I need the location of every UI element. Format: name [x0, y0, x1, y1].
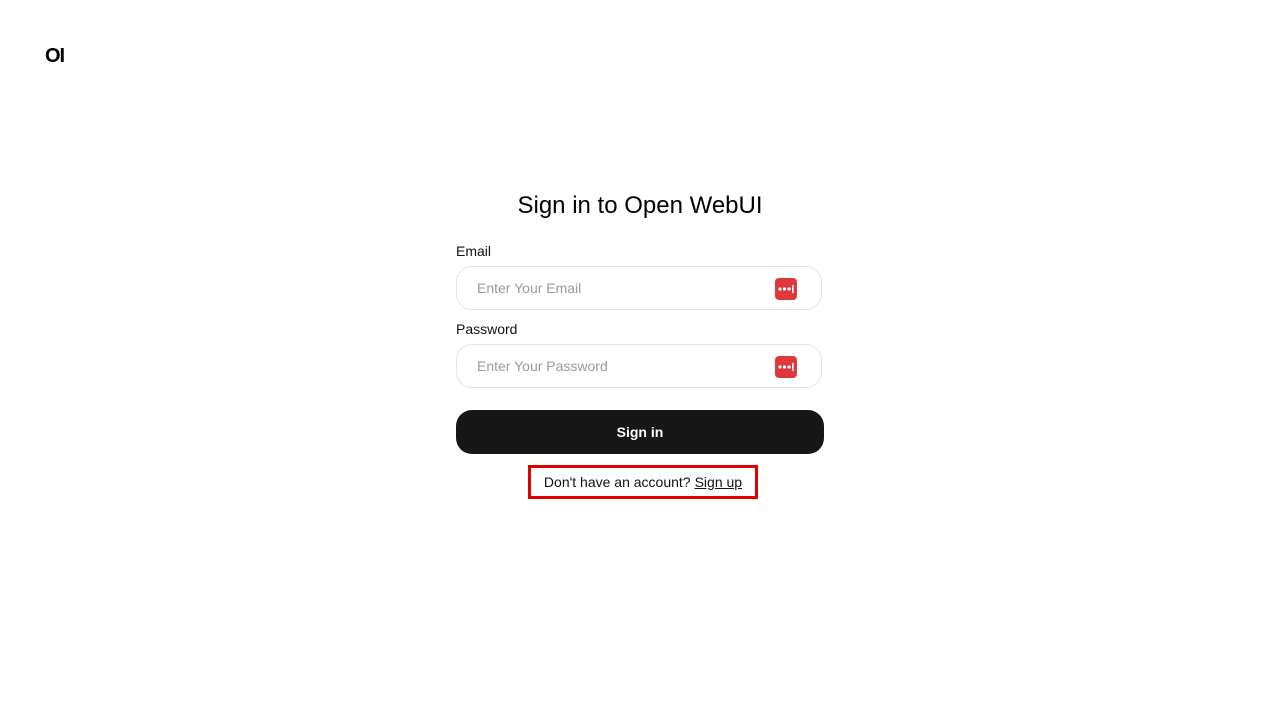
password-input[interactable]	[477, 345, 767, 387]
email-field-container	[456, 266, 822, 310]
page-title: Sign in to Open WebUI	[517, 192, 763, 219]
password-manager-icon[interactable]	[775, 356, 797, 378]
password-label: Password	[456, 321, 518, 337]
signin-page: OI Sign in to Open WebUI Email Password …	[0, 0, 1280, 720]
signup-link[interactable]: Sign up	[695, 474, 742, 490]
signup-prompt-text: Don't have an account?	[543, 474, 691, 490]
email-label: Email	[456, 243, 492, 259]
password-manager-icon[interactable]	[775, 278, 797, 300]
password-field-container	[456, 344, 822, 388]
signin-button[interactable]: Sign in	[456, 410, 824, 454]
app-logo: OI	[45, 45, 65, 67]
signup-prompt-row: Don't have an account? Sign up	[528, 465, 758, 499]
email-input[interactable]	[477, 267, 767, 309]
